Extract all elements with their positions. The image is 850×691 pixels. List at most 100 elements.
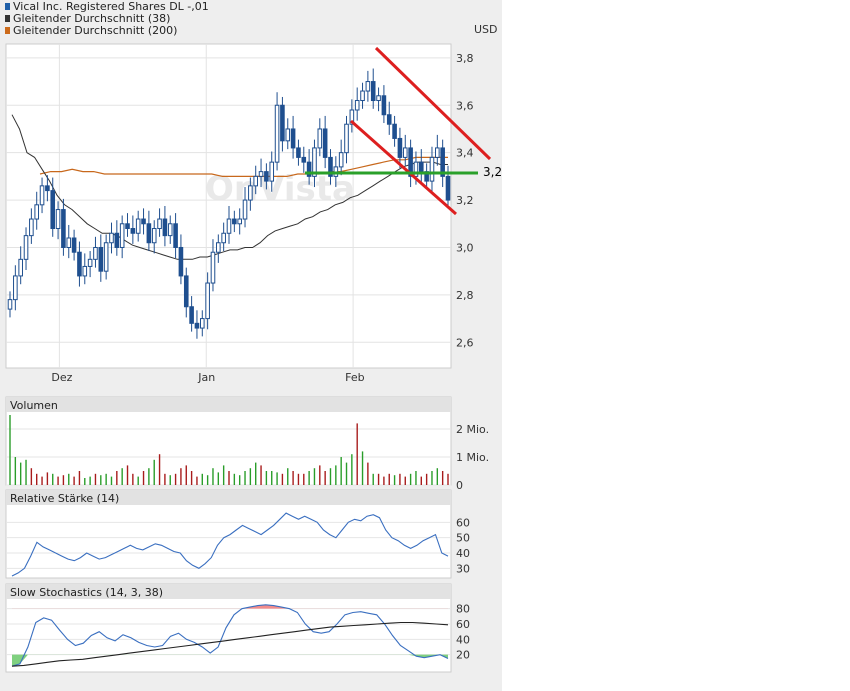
price-annotation: 3,26$ <box>483 165 502 179</box>
candle-body <box>135 218 141 234</box>
rsi-y-tick-label: 60 <box>456 516 470 529</box>
candle-body <box>402 147 408 158</box>
candle-body <box>29 218 34 237</box>
legend-label-ma200: Gleitender Durchschnitt (200) <box>13 24 177 37</box>
candle-body <box>183 275 189 308</box>
candle-body <box>77 251 82 277</box>
price-y-tick-label: 3,6 <box>456 99 474 112</box>
candle-body <box>125 223 130 230</box>
price-y-tick-label: 3,4 <box>456 147 474 160</box>
candle-body <box>386 114 392 125</box>
candle-body <box>360 90 365 102</box>
candle-body <box>93 246 98 260</box>
volume-y-tick-label: 0 <box>456 479 463 492</box>
chart-canvas: Vical Inc. Registered Shares DL -,01 Gle… <box>5 0 502 673</box>
candle-body <box>226 218 232 234</box>
x-tick-label: Jan <box>197 371 215 384</box>
candle-body <box>248 185 253 201</box>
candle-body <box>237 218 242 225</box>
candle-body <box>354 100 360 111</box>
legend: Vical Inc. Registered Shares DL -,01 Gle… <box>5 0 209 37</box>
candle-body <box>109 232 114 244</box>
candle-body <box>157 218 162 230</box>
candle-body <box>71 237 77 253</box>
candle-body <box>322 128 328 158</box>
candle-body <box>274 104 280 163</box>
candle-body <box>429 156 435 182</box>
candle-body <box>280 104 285 142</box>
price-y-tick-label: 3,2 <box>456 194 474 207</box>
candle-body <box>178 246 184 277</box>
candle-body <box>435 147 440 158</box>
price-y-tick-label: 3,8 <box>456 52 474 65</box>
candle-body <box>87 258 93 267</box>
volume-title-bar <box>6 397 451 412</box>
candle-body <box>199 318 205 329</box>
candle-body <box>194 322 200 329</box>
x-tick-label: Feb <box>345 371 364 384</box>
candle-body <box>264 171 269 182</box>
candle-body <box>205 282 210 320</box>
candle-body <box>45 185 50 192</box>
rsi-title: Relative Stärke (14) <box>10 492 119 505</box>
x-tick-label: Dez <box>51 371 72 384</box>
legend-swatch-price <box>5 3 10 10</box>
candle-body <box>418 161 424 173</box>
stoch-y-tick-label: 80 <box>456 603 470 616</box>
candle-body <box>23 235 29 260</box>
candle-body <box>381 95 387 116</box>
candle-body <box>151 228 157 244</box>
candle-body <box>189 306 194 324</box>
candle-body <box>130 228 136 234</box>
candle-body <box>39 185 45 206</box>
candle-body <box>397 137 403 158</box>
candle-body <box>296 147 301 158</box>
candle-body <box>253 175 259 187</box>
rsi-y-tick-label: 50 <box>456 532 470 545</box>
candle-body <box>114 232 120 248</box>
stoch-y-tick-label: 60 <box>456 618 470 631</box>
candle-body <box>82 265 88 277</box>
stoch-y-tick-label: 40 <box>456 633 470 646</box>
price-y-tick-label: 2,6 <box>456 336 474 349</box>
candle-body <box>290 128 296 149</box>
candle-body <box>146 223 152 244</box>
candle-body <box>13 275 18 301</box>
candle-body <box>98 246 104 272</box>
candle-body <box>392 123 397 139</box>
candle-body <box>242 199 248 220</box>
currency-label: USD <box>474 23 498 36</box>
candle-body <box>216 242 221 253</box>
rsi-y-tick-label: 40 <box>456 547 470 560</box>
candle-body <box>344 123 349 154</box>
candle-body <box>50 190 56 230</box>
candle-body <box>365 81 371 92</box>
candle-body <box>221 232 226 244</box>
stoch-title: Slow Stochastics (14, 3, 38) <box>10 586 163 599</box>
candle-body <box>61 209 66 248</box>
candle-body <box>445 175 451 201</box>
legend-swatch-ma38 <box>5 15 10 22</box>
candle-body <box>18 258 23 277</box>
candle-body <box>232 218 237 225</box>
price-y-tick-label: 3,0 <box>456 241 474 254</box>
candle-body <box>317 128 323 149</box>
candle-body <box>301 156 307 163</box>
candle-body <box>258 171 264 177</box>
candle-body <box>55 209 61 230</box>
candle-body <box>167 223 173 237</box>
candle-body <box>162 218 168 237</box>
candle-body <box>285 128 291 142</box>
candle-body <box>34 204 40 220</box>
rsi-y-tick-label: 30 <box>456 562 470 575</box>
candle-body <box>66 237 72 248</box>
candle-body <box>269 161 275 182</box>
price-y-tick-label: 2,8 <box>456 289 474 302</box>
candle-body <box>119 223 125 248</box>
candle-body <box>173 223 178 248</box>
candle-body <box>370 81 376 102</box>
legend-swatch-ma200 <box>5 27 10 34</box>
candle-body <box>376 95 381 102</box>
candle-body <box>210 251 216 284</box>
volume-y-tick-label: 2 Mio. <box>456 423 489 436</box>
